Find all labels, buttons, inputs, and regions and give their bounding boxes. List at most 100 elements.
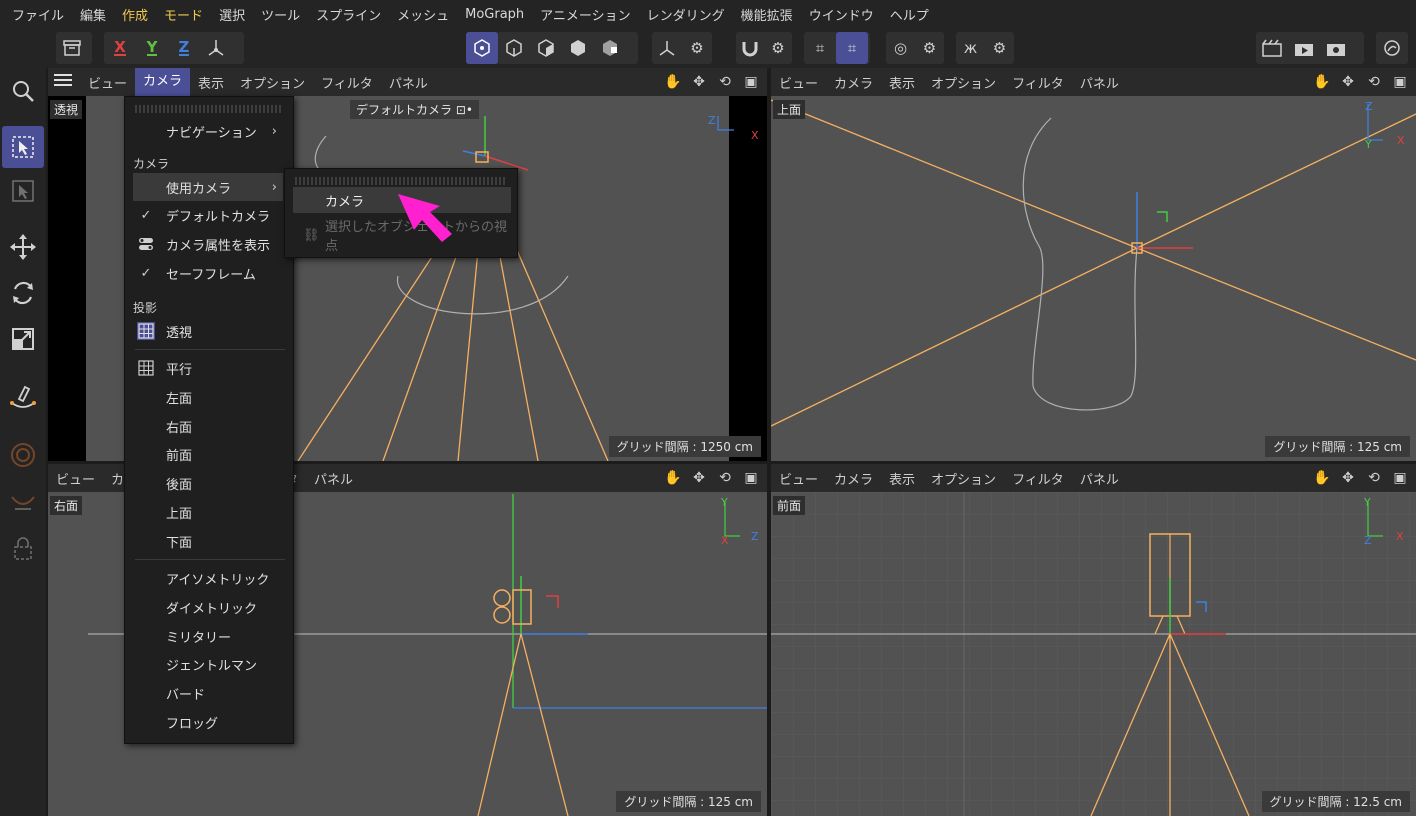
viewport-menu-view[interactable]: ビュー (48, 469, 103, 488)
viewport-menu-options[interactable]: オプション (232, 73, 313, 92)
menu-spline[interactable]: スプライン (308, 5, 389, 24)
viewport-menu-view[interactable]: ビュー (771, 469, 826, 488)
menu-item-bird[interactable]: バード (133, 679, 283, 707)
pan-hand-icon[interactable]: ✋ (663, 468, 683, 488)
box-selection-icon[interactable] (2, 170, 44, 212)
symmetry-settings-gear-icon[interactable]: ⚙ (985, 32, 1014, 64)
menu-mesh[interactable]: メッシュ (389, 5, 457, 24)
render-picture-viewer-icon[interactable] (1288, 32, 1320, 64)
point-mode-icon[interactable] (498, 32, 530, 64)
viewport-menu-display[interactable]: 表示 (881, 469, 923, 488)
menu-mograph[interactable]: MoGraph (457, 7, 532, 22)
move-view-icon[interactable]: ✥ (689, 72, 709, 92)
edge-mode-icon[interactable] (530, 32, 562, 64)
swirl-icon[interactable] (1376, 32, 1408, 64)
menu-item-use-camera[interactable]: 使用カメラ › (133, 173, 283, 201)
orbit-icon[interactable]: ⟲ (1364, 468, 1384, 488)
uv-mode-icon[interactable] (594, 32, 626, 64)
menu-item-navigation[interactable]: ナビゲーション › (133, 117, 283, 145)
axis-x-button[interactable]: X (104, 32, 136, 64)
render-view-icon[interactable] (1256, 32, 1288, 64)
viewport-menu-view[interactable]: ビュー (771, 73, 826, 92)
viewport-menu-panel[interactable]: パネル (381, 73, 436, 92)
viewport-menu-filter[interactable]: フィルタ (1004, 469, 1072, 488)
move-view-icon[interactable]: ✥ (689, 468, 709, 488)
maximize-view-icon[interactable]: ▣ (1390, 468, 1410, 488)
magnet-icon[interactable] (736, 32, 764, 64)
viewport-menu-panel[interactable]: パネル (1072, 73, 1127, 92)
live-selection-icon[interactable] (2, 126, 44, 168)
axis-z-button[interactable]: Z (168, 32, 200, 64)
menu-extensions[interactable]: 機能拡張 (733, 5, 801, 24)
move-view-icon[interactable]: ✥ (1338, 468, 1358, 488)
viewport-menu-display[interactable]: 表示 (190, 73, 232, 92)
menu-item-right[interactable]: 右面 (133, 412, 283, 440)
polygon-mode-icon[interactable] (562, 32, 594, 64)
bend-spline-icon[interactable] (2, 482, 44, 524)
render-settings-icon[interactable] (1320, 32, 1352, 64)
scale-icon[interactable] (2, 318, 44, 360)
maximize-view-icon[interactable]: ▣ (741, 72, 761, 92)
pen-spline-icon[interactable] (2, 374, 44, 416)
menu-item-frog[interactable]: フロッグ (133, 708, 283, 736)
symmetry-butterfly-icon[interactable]: ж (956, 32, 985, 64)
viewport-menu-panel[interactable]: パネル (306, 469, 361, 488)
menu-item-isometric[interactable]: アイソメトリック (133, 564, 283, 592)
axis-icon[interactable] (652, 32, 682, 64)
menu-item-safe-frame[interactable]: ✓ セーフフレーム (133, 259, 283, 287)
viewport-menu-filter[interactable]: フィルタ (1004, 73, 1072, 92)
coordinate-system-icon[interactable] (200, 32, 232, 64)
viewport-menu-camera[interactable]: カメラ (826, 469, 881, 488)
viewport-top[interactable]: ビュー カメラ 表示 オプション フィルタ パネル ✋ ✥ ⟲ ▣ Z X Y … (771, 68, 1416, 461)
menu-window[interactable]: ウインドウ (801, 5, 882, 24)
move-icon[interactable] (2, 226, 44, 268)
pan-hand-icon[interactable]: ✋ (1312, 468, 1332, 488)
menu-help[interactable]: ヘルプ (882, 5, 937, 24)
menu-mode[interactable]: モード (156, 5, 211, 24)
orbit-icon[interactable]: ⟲ (715, 468, 735, 488)
viewport-menu-camera[interactable]: カメラ (135, 68, 191, 96)
viewport-menu-options[interactable]: オプション (923, 469, 1004, 488)
viewport-menu-display[interactable]: 表示 (881, 73, 923, 92)
maximize-view-icon[interactable]: ▣ (741, 468, 761, 488)
lock-selection-icon[interactable] (2, 528, 44, 570)
viewport-menu-camera[interactable]: カメラ (826, 73, 881, 92)
viewport-menu-view[interactable]: ビュー (80, 73, 135, 92)
rotate-icon[interactable] (2, 272, 44, 314)
menu-tearoff-grip[interactable] (135, 105, 283, 113)
pan-hand-icon[interactable]: ✋ (1312, 72, 1332, 92)
viewport-hamburger-icon[interactable] (48, 73, 80, 91)
active-camera-label[interactable]: デフォルトカメラ ⊡• (350, 100, 479, 119)
orbit-icon[interactable]: ⟲ (715, 72, 735, 92)
object-mode-icon[interactable] (466, 32, 498, 64)
menu-item-perspective[interactable]: 透視 (133, 317, 283, 345)
menu-item-military[interactable]: ミリタリー (133, 622, 283, 650)
menu-item-dimetric[interactable]: ダイメトリック (133, 593, 283, 621)
menu-tools[interactable]: ツール (253, 5, 308, 24)
menu-item-top[interactable]: 上面 (133, 498, 283, 526)
menu-render[interactable]: レンダリング (639, 5, 733, 24)
menu-tearoff-grip[interactable] (295, 177, 507, 185)
menu-select[interactable]: 選択 (211, 5, 253, 24)
orbit-icon[interactable]: ⟲ (1364, 72, 1384, 92)
target-icon[interactable] (2, 434, 44, 476)
viewport-menu-options[interactable]: オプション (923, 73, 1004, 92)
menu-item-left[interactable]: 左面 (133, 383, 283, 411)
menu-item-default-camera[interactable]: ✓ デフォルトカメラ (133, 201, 283, 229)
solo-icon[interactable]: ◎ (886, 32, 915, 64)
maximize-view-icon[interactable]: ▣ (1390, 72, 1410, 92)
viewport-front[interactable]: ビュー カメラ 表示 オプション フィルタ パネル ✋ ✥ ⟲ ▣ Y X Z (771, 464, 1416, 816)
menu-item-back[interactable]: 後面 (133, 469, 283, 497)
move-view-icon[interactable]: ✥ (1338, 72, 1358, 92)
axis-settings-gear-icon[interactable]: ⚙ (682, 32, 712, 64)
search-icon[interactable] (2, 70, 44, 112)
viewport-menu-filter[interactable]: フィルタ (313, 73, 381, 92)
grid-icon[interactable]: ⌗ (804, 32, 836, 64)
workplane-grid-icon[interactable]: ⌗ (836, 32, 868, 64)
menu-item-gentleman[interactable]: ジェントルマン (133, 650, 283, 678)
pan-hand-icon[interactable]: ✋ (663, 72, 683, 92)
menu-animation[interactable]: アニメーション (532, 5, 638, 24)
axis-y-button[interactable]: Y (136, 32, 168, 64)
menu-item-front[interactable]: 前面 (133, 440, 283, 468)
archive-icon[interactable] (56, 32, 88, 64)
